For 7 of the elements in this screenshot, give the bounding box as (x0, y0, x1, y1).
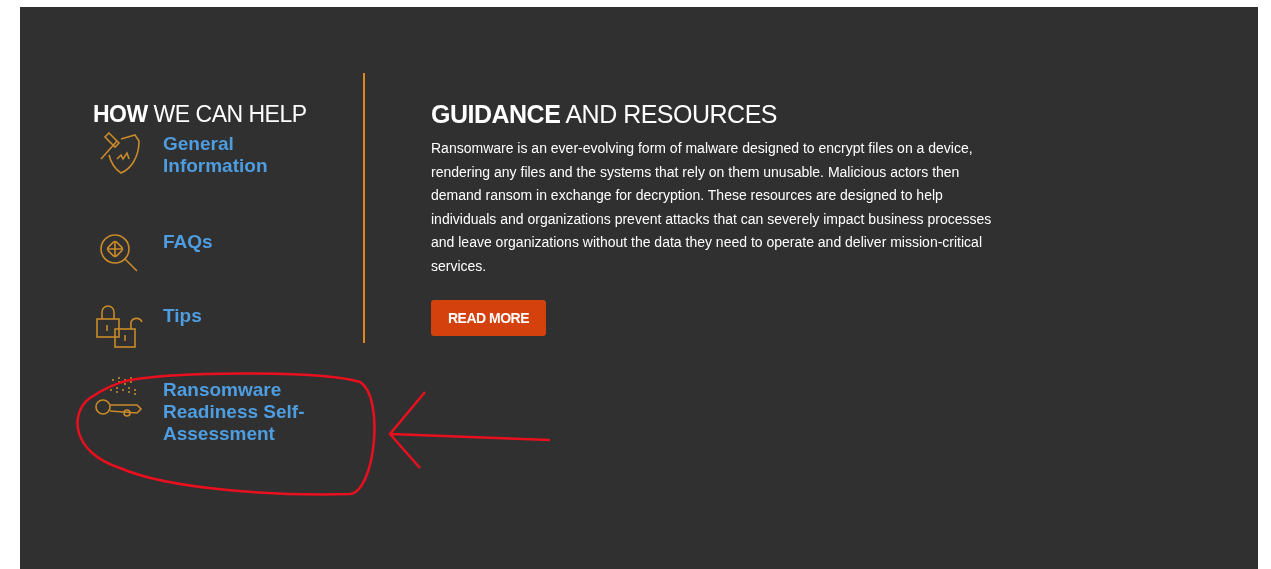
help-link[interactable]: Tips (163, 305, 333, 327)
read-more-button[interactable]: READ MORE (431, 300, 547, 336)
help-link[interactable]: General Information (163, 133, 333, 177)
section-heading: GUIDANCE AND RESOURCES (431, 99, 778, 129)
section-heading: HOW WE CAN HELP (93, 100, 308, 129)
help-link[interactable]: FAQs (163, 231, 333, 253)
description-paragraph: Ransomware is an ever-evolving form of malware designed to encrypt files on a device, rendering any files and the systems that rely on them unusable. Malicious actors then demand ransom in exchange for decryption. These resources are designed to help individuals and organizations prevent attacks that can severely impact business processes and leave organizations without the data they need to operate and deliver mission-critical services. (431, 139, 993, 276)
